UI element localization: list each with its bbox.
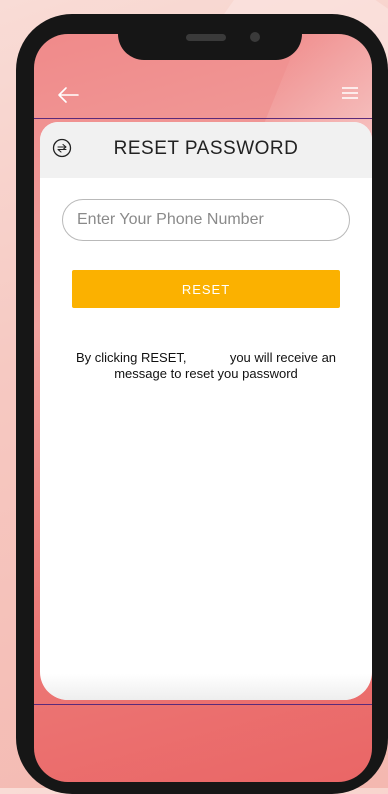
divider-bottom [34,704,372,705]
info-line-1: By clicking RESET, you will receive an [75,350,337,365]
phone-number-input[interactable] [62,199,350,241]
page-title: RESET PASSWORD [113,138,299,159]
info-line-2: message to reset you password [114,366,298,381]
card-bottom-shadow [40,674,372,700]
speaker-grille [186,34,226,41]
reset-button[interactable]: RESET [72,270,340,308]
front-camera [250,32,260,42]
menu-icon[interactable] [340,84,360,106]
card-header: RESET PASSWORD [40,122,372,178]
back-arrow-icon[interactable] [56,84,80,110]
reset-info-text: By clicking RESET, you will receive an m… [70,350,342,382]
reset-password-card: RESET PASSWORD RESET By clicking RESET, … [40,122,372,700]
divider-top [34,118,372,119]
